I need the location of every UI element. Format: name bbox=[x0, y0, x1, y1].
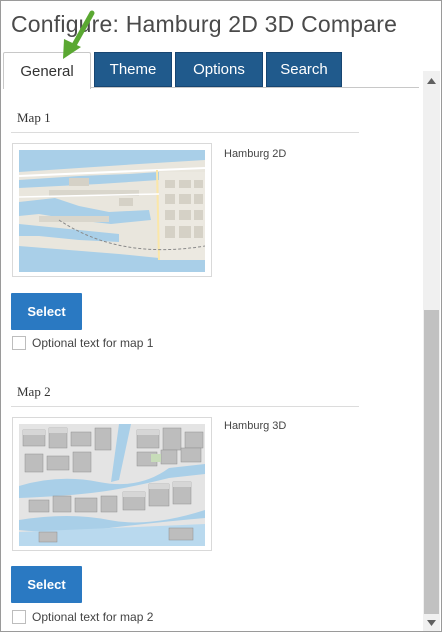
map1-2d-preview-image bbox=[19, 150, 205, 272]
tab-underline bbox=[90, 87, 419, 88]
tab-search[interactable]: Search bbox=[266, 52, 342, 87]
map2-section-label: Map 2 bbox=[17, 384, 51, 399]
map1-optional-text-checkbox[interactable] bbox=[12, 336, 26, 350]
green-arrow-icon bbox=[63, 10, 95, 59]
configure-panel: Configure: Hamburg 2D 3D Compare General… bbox=[0, 0, 442, 632]
map2-title: Hamburg 3D bbox=[224, 420, 287, 432]
triangle-up-icon[interactable] bbox=[423, 75, 440, 87]
map1-select-button[interactable]: Select bbox=[11, 293, 82, 330]
tab-options[interactable]: Options bbox=[175, 52, 263, 87]
map2-divider bbox=[11, 406, 359, 407]
map2-3d-preview-image bbox=[19, 424, 205, 546]
map1-title: Hamburg 2D bbox=[224, 148, 287, 160]
map2-thumbnail[interactable] bbox=[12, 417, 212, 551]
map1-divider bbox=[11, 132, 359, 133]
map1-section-label: Map 1 bbox=[17, 110, 51, 125]
map2-optional-text-label: Optional text for map 2 bbox=[32, 610, 154, 624]
map1-thumbnail[interactable] bbox=[12, 143, 212, 277]
map2-select-button[interactable]: Select bbox=[11, 566, 82, 603]
map1-optional-text-label: Optional text for map 1 bbox=[32, 336, 154, 350]
map1-optional-text-row: Optional text for map 1 bbox=[12, 336, 153, 350]
map2-optional-text-checkbox[interactable] bbox=[12, 610, 26, 624]
scrollbar-thumb[interactable] bbox=[424, 310, 439, 614]
tab-theme[interactable]: Theme bbox=[94, 52, 172, 87]
triangle-down-icon[interactable] bbox=[423, 617, 440, 629]
map2-optional-text-row: Optional text for map 2 bbox=[12, 610, 153, 624]
vertical-scrollbar[interactable] bbox=[423, 71, 440, 631]
